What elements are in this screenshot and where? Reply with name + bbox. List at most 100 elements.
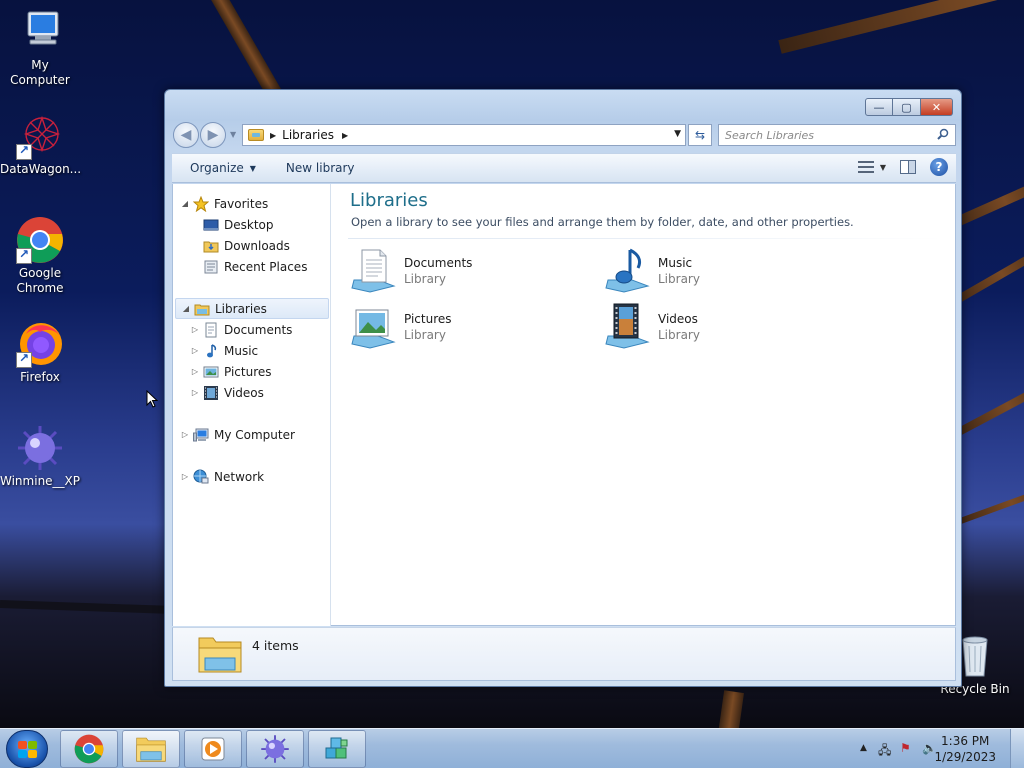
recent-places-icon [203, 259, 219, 275]
tree-label: My Computer [214, 427, 295, 442]
search-icon[interactable] [937, 128, 949, 140]
taskbar: ▲ 🖧 ⚑ 🔈 1:36 PM 1/29/2023 [0, 728, 1024, 768]
desktop-icon-datawagon[interactable]: DataWagon... [0, 112, 81, 177]
desktop-icon-winmine[interactable]: Winmine__XP [0, 424, 80, 489]
library-pictures[interactable]: Pictures Library [350, 302, 590, 354]
windows-logo-icon [18, 741, 38, 759]
chevron-down-icon: ▼ [249, 163, 256, 173]
music-icon [203, 343, 219, 359]
taskbar-setup-button[interactable] [308, 730, 366, 768]
collapsed-triangle-icon[interactable]: ▷ [190, 325, 200, 334]
tree-label: Desktop [224, 217, 274, 232]
tree-item-documents[interactable]: ▷ Documents [190, 319, 330, 340]
search-input[interactable] [725, 128, 935, 142]
expanded-triangle-icon[interactable]: ◢ [180, 199, 190, 208]
close-button[interactable]: ✕ [921, 98, 953, 116]
chevron-down-icon: ▼ [879, 162, 886, 172]
tree-item-recent-places[interactable]: Recent Places [200, 256, 330, 277]
details-pane: 4 items [172, 627, 956, 681]
tree-item-pictures[interactable]: ▷ Pictures [190, 361, 330, 382]
tree-item-videos[interactable]: ▷ Videos [190, 382, 330, 403]
new-library-button[interactable]: New library [266, 153, 365, 183]
desktop-icon-google-chrome[interactable]: Google Chrome [0, 216, 80, 296]
preview-pane-icon[interactable] [900, 160, 916, 174]
mine-icon [261, 735, 289, 763]
breadcrumb-libraries[interactable]: Libraries [282, 128, 334, 142]
library-kind: Library [404, 272, 446, 286]
shortcut-arrow-icon [16, 143, 32, 160]
organize-label: Organize [190, 161, 244, 175]
libraries-folder-icon [248, 129, 264, 141]
collapsed-triangle-icon[interactable]: ▷ [190, 346, 200, 355]
tree-item-desktop[interactable]: Desktop [200, 214, 330, 235]
chrome-icon [16, 216, 64, 264]
wallpaper-beam [0, 600, 171, 614]
show-desktop-button[interactable] [1010, 729, 1024, 768]
show-hidden-icons-button[interactable]: ▲ [860, 743, 867, 753]
library-kind: Library [658, 272, 700, 286]
search-box[interactable] [718, 124, 956, 146]
address-bar[interactable]: ▶ Libraries ▶ ▼ [242, 124, 686, 146]
library-music[interactable]: Music Library [604, 246, 844, 298]
library-videos[interactable]: Videos Library [604, 302, 844, 354]
explorer-folder-icon [136, 737, 166, 762]
expanded-triangle-icon[interactable]: ◢ [181, 304, 191, 313]
collapsed-triangle-icon[interactable]: ▷ [190, 388, 200, 397]
tree-label: Recent Places [224, 259, 308, 274]
minimize-button[interactable]: — [865, 98, 893, 116]
action-center-flag-icon[interactable]: ⚑ [900, 741, 911, 755]
recent-pages-dropdown[interactable]: ▼ [230, 130, 236, 139]
tree-favorites[interactable]: ◢ Favorites [180, 193, 336, 214]
videos-icon [203, 385, 219, 401]
tree-my-computer[interactable]: ▷ My Computer [180, 424, 336, 445]
refresh-button[interactable]: ⇆ [688, 124, 712, 146]
organize-button[interactable]: Organize ▼ [172, 153, 266, 183]
taskbar-winmine-button[interactable] [246, 730, 304, 768]
forward-button[interactable]: ▶ [200, 122, 226, 148]
desktop-icon-label: My Computer [10, 58, 70, 87]
tree-item-music[interactable]: ▷ Music [190, 340, 330, 361]
collapsed-triangle-icon[interactable]: ▷ [180, 430, 190, 439]
firefox-icon [16, 320, 64, 368]
refresh-icon: ⇆ [694, 128, 706, 142]
page-title: Libraries [350, 190, 428, 211]
clock-time: 1:36 PM [941, 734, 990, 748]
shortcut-arrow-icon [16, 247, 32, 264]
chevron-right-icon[interactable]: ▶ [270, 131, 276, 140]
documents-library-icon [350, 246, 398, 294]
library-documents[interactable]: Documents Library [350, 246, 590, 298]
network-tray-icon[interactable]: 🖧 [878, 741, 891, 762]
tree-label: Libraries [215, 301, 267, 316]
back-button[interactable]: ◀ [173, 122, 199, 148]
wallpaper-beam [778, 0, 1024, 54]
desktop-icon-firefox[interactable]: Firefox [0, 320, 80, 385]
chevron-right-icon[interactable]: ▶ [342, 131, 348, 140]
videos-library-icon [604, 302, 652, 350]
tree-label: Downloads [224, 238, 290, 253]
arrow-right-icon: ▶ [207, 127, 219, 143]
change-view-button[interactable]: ▼ [857, 160, 886, 174]
library-name: Videos [658, 312, 698, 326]
tree-item-downloads[interactable]: Downloads [200, 235, 330, 256]
explorer-window[interactable]: — ▢ ✕ ◀ ▶ ▼ ▶ Libraries ▶ ▼ ⇆ Search Lib… [164, 89, 962, 687]
taskbar-chrome-button[interactable] [60, 730, 118, 768]
toolbar-right-group: ▼ ? [857, 158, 948, 176]
taskbar-media-player-button[interactable] [184, 730, 242, 768]
collapsed-triangle-icon[interactable]: ▷ [180, 472, 190, 481]
start-button[interactable] [6, 730, 48, 768]
media-player-icon [201, 737, 225, 761]
collapsed-triangle-icon[interactable]: ▷ [190, 367, 200, 376]
address-dropdown-button[interactable]: ▼ [674, 129, 681, 139]
library-name: Music [658, 256, 693, 270]
desktop-icon-label: Google Chrome [16, 266, 64, 295]
taskbar-explorer-button[interactable] [122, 730, 180, 768]
arrow-left-icon: ◀ [180, 127, 192, 143]
maximize-button[interactable]: ▢ [893, 98, 921, 116]
help-icon[interactable]: ? [930, 158, 948, 176]
tree-libraries[interactable]: ◢ Libraries [175, 298, 329, 319]
clock[interactable]: 1:36 PM 1/29/2023 [934, 733, 996, 765]
tree-network[interactable]: ▷ Network [180, 466, 336, 487]
network-icon [193, 469, 209, 485]
desktop-icon-my-computer[interactable]: My Computer [0, 8, 80, 88]
item-count: 4 items [252, 638, 299, 653]
